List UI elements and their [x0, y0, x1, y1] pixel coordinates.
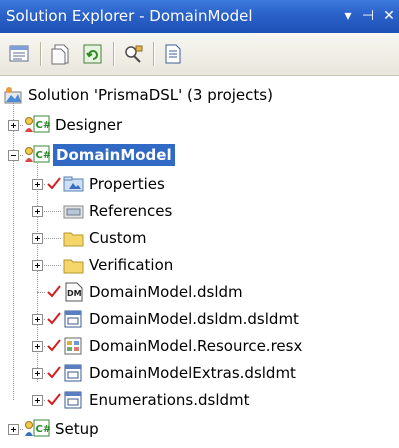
csharp-project-icon: C# [25, 115, 51, 133]
svg-text:DM: DM [67, 289, 82, 298]
tree-item-references[interactable]: References [0, 198, 399, 225]
references-icon [63, 205, 84, 219]
project-label: DomainModel [53, 144, 175, 166]
refresh-button[interactable] [81, 43, 105, 65]
collapse-toggle[interactable] [8, 150, 19, 161]
toolbar-separator [153, 42, 155, 66]
csharp-project-icon: C# [25, 145, 51, 163]
properties-folder-icon [63, 176, 84, 192]
close-button[interactable]: ✕ [381, 6, 397, 26]
refresh-icon [83, 44, 102, 64]
view-code-icon [165, 44, 181, 64]
class-view-button[interactable] [122, 43, 146, 65]
checked-out-icon [47, 312, 61, 325]
checked-out-icon [47, 393, 61, 406]
project-node-setup[interactable]: C# Setup [0, 416, 399, 443]
show-all-files-button[interactable] [50, 43, 74, 65]
expand-toggle[interactable] [32, 368, 43, 379]
expand-toggle[interactable] [32, 233, 43, 244]
auto-hide-pin-button[interactable]: ⊣ [360, 6, 376, 26]
tree-item-enumerations[interactable]: Enumerations.dsldmt [0, 387, 399, 414]
item-label: Properties [89, 175, 165, 193]
svg-text:C#: C# [36, 150, 51, 161]
tree-item-properties[interactable]: Properties [0, 171, 399, 198]
project-label: Setup [55, 420, 99, 438]
tree-item-domainmodelextras[interactable]: DomainModelExtras.dsldmt [0, 360, 399, 387]
item-label: Enumerations.dsldmt [89, 391, 250, 409]
tree-item-verification[interactable]: Verification [0, 252, 399, 279]
expand-toggle[interactable] [32, 395, 43, 406]
expand-toggle[interactable] [32, 260, 43, 271]
checked-out-icon [47, 177, 61, 190]
tree-item-resource-resx[interactable]: DomainModel.Resource.resx [0, 333, 399, 360]
project-node-designer[interactable]: C# Designer [0, 112, 399, 139]
folder-icon [63, 232, 84, 247]
item-label: DomainModel.dsldm [89, 283, 243, 301]
view-code-button[interactable] [162, 43, 186, 65]
window-title: Solution Explorer - DomainModel [6, 7, 253, 25]
template-file-icon [64, 391, 82, 409]
template-file-icon [64, 310, 82, 328]
solution-label: Solution 'PrismaDSL' (3 projects) [28, 86, 273, 104]
tree-item-domainmodel-dsldmt[interactable]: DomainModel.dsldm.dsldmt [0, 306, 399, 333]
expand-toggle[interactable] [8, 424, 19, 435]
project-label: Designer [55, 116, 123, 134]
toolbar [0, 33, 399, 76]
toolbar-separator [113, 42, 115, 66]
expand-toggle[interactable] [32, 341, 43, 352]
checked-out-icon [47, 366, 61, 379]
class-view-icon [125, 45, 143, 63]
folder-icon [63, 259, 84, 274]
tree-item-domainmodel-dsldm[interactable]: DM DomainModel.dsldm [0, 279, 399, 306]
expand-toggle[interactable] [8, 120, 19, 131]
checked-out-icon [47, 285, 61, 298]
template-file-icon [64, 364, 82, 382]
checked-out-icon [47, 339, 61, 352]
item-label: DomainModel.dsldm.dsldmt [89, 310, 299, 328]
item-label: Custom [89, 229, 147, 247]
properties-button[interactable] [8, 43, 32, 65]
solution-node[interactable]: Solution 'PrismaDSL' (3 projects) [0, 82, 399, 109]
title-bar: Solution Explorer - DomainModel ▾ ⊣ ✕ [0, 0, 399, 33]
svg-text:C#: C# [36, 120, 51, 131]
project-node-domainmodel[interactable]: C# DomainModel [0, 142, 399, 169]
solution-icon [4, 87, 22, 104]
item-label: DomainModelExtras.dsldmt [89, 364, 296, 382]
item-label: DomainModel.Resource.resx [89, 337, 303, 355]
dm-file-icon: DM [65, 282, 83, 302]
toolbar-separator [40, 42, 42, 66]
setup-project-icon: C# [25, 419, 51, 437]
resx-file-icon [64, 337, 82, 355]
tree-item-custom[interactable]: Custom [0, 225, 399, 252]
expand-toggle[interactable] [32, 314, 43, 325]
properties-icon [9, 45, 29, 62]
window-position-dropdown[interactable]: ▾ [340, 6, 356, 26]
item-label: References [89, 202, 173, 220]
tree-line [37, 292, 45, 293]
expand-toggle[interactable] [32, 179, 43, 190]
show-all-files-icon [51, 44, 69, 65]
expand-toggle[interactable] [32, 206, 43, 217]
item-label: Verification [89, 256, 174, 274]
svg-text:C#: C# [36, 424, 51, 435]
solution-tree: Solution 'PrismaDSL' (3 projects) C# Des… [0, 77, 399, 448]
